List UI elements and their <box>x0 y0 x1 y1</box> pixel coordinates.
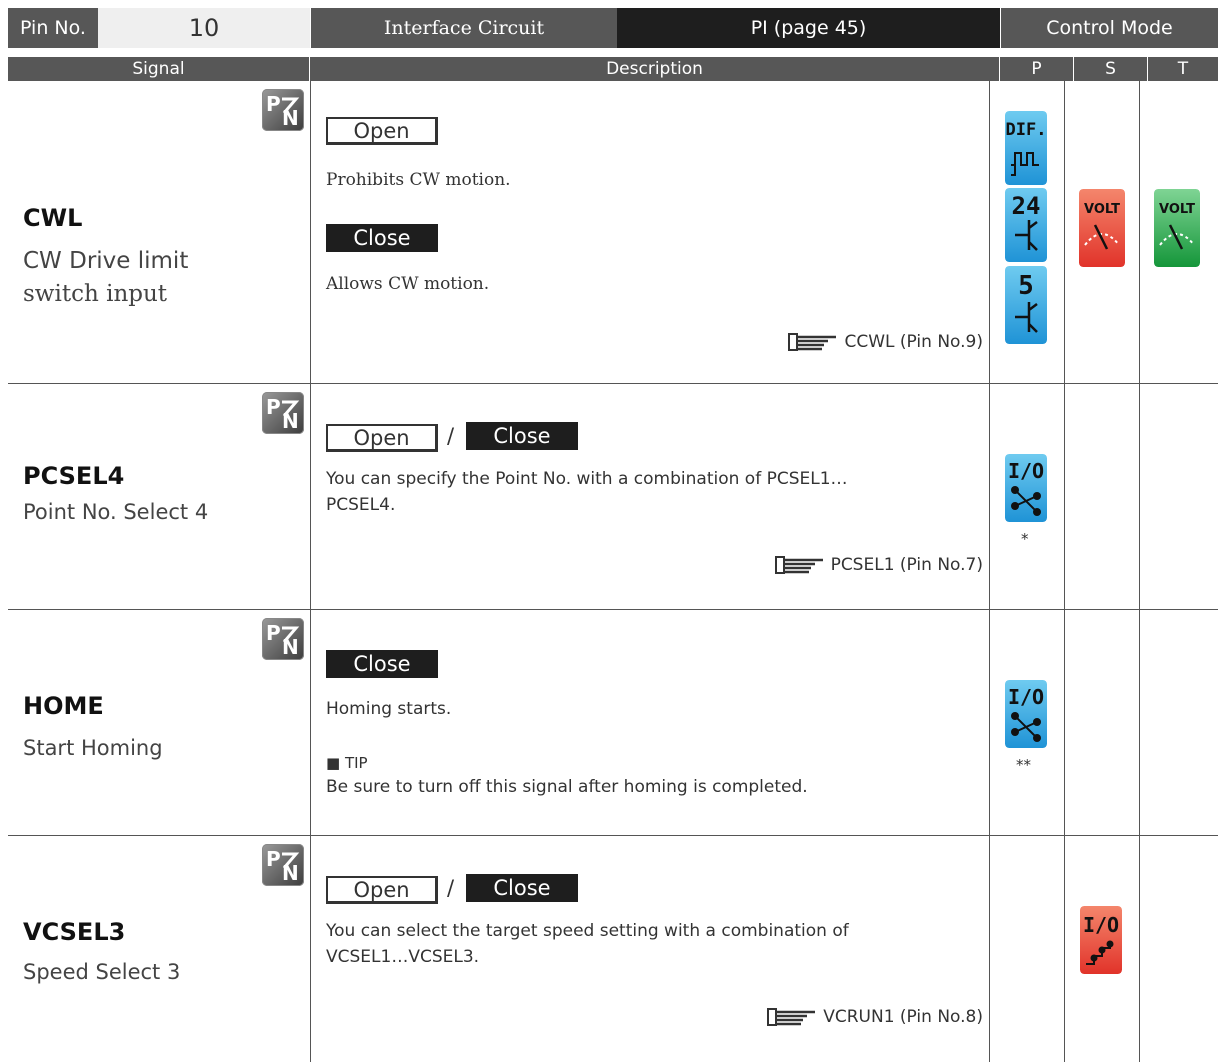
svg-text:N: N <box>282 106 299 130</box>
state-separator: / <box>447 876 455 900</box>
differential-pulse-icon: DIF. <box>1005 111 1047 185</box>
svg-text:N: N <box>282 635 299 659</box>
open-description: Prohibits CW motion. <box>326 170 511 190</box>
state-separator: / <box>447 424 455 448</box>
signal-desc-line2: switch input <box>23 281 168 307</box>
signal-name: PCSEL4 <box>23 462 125 490</box>
col-s-header: S <box>1074 57 1148 81</box>
svg-text:I/O: I/O <box>1008 685 1044 709</box>
npn-24v-icon: 24 <box>1005 188 1047 262</box>
signal-name: CWL <box>23 204 83 232</box>
description-text: Homing starts. <box>326 699 452 719</box>
pointing-hand-icon <box>788 333 837 351</box>
io-point-select-icon: I/O <box>1005 680 1047 748</box>
svg-text:VOLT: VOLT <box>1159 202 1195 217</box>
col-description-header: Description <box>310 57 1000 81</box>
description-line1: You can select the target speed setting … <box>326 921 849 941</box>
reference-text: CCWL (Pin No.9) <box>844 332 983 352</box>
pn-badge-icon: PN <box>262 392 304 434</box>
description-cell: Open Prohibits CW motion. Close Allows C… <box>311 81 989 383</box>
signal-cell: PN PCSEL4 Point No. Select 4 <box>8 384 310 609</box>
pin-spec-page: Pin No. 10 Interface Circuit PI (page 45… <box>0 0 1218 1062</box>
description-line2: VCSEL1…VCSEL3. <box>326 947 480 967</box>
pointing-hand-icon <box>774 556 823 574</box>
svg-text:5: 5 <box>1018 271 1034 301</box>
signal-name: HOME <box>23 692 104 720</box>
reference-text: PCSEL1 (Pin No.7) <box>830 555 983 575</box>
close-state-label: Close <box>466 422 578 450</box>
svg-text:N: N <box>282 861 299 885</box>
pin-header: Pin No. 10 Interface Circuit PI (page 45… <box>8 8 1218 48</box>
svg-text:N: N <box>282 409 299 433</box>
open-state-label: Open <box>326 876 438 904</box>
signal-row-vcsel3: PN VCSEL3 Speed Select 3 Open / Close Yo… <box>8 836 1218 1062</box>
signal-desc-line1: CW Drive limit <box>23 248 189 274</box>
footnote-mark: * <box>1021 530 1029 548</box>
svg-text:P: P <box>266 621 281 645</box>
close-state-label: Close <box>326 650 438 678</box>
signal-row-cwl: PN CWL CW Drive limit switch input Open … <box>8 81 1218 384</box>
signal-name: VCSEL3 <box>23 918 126 946</box>
signal-cell: PN HOME Start Homing <box>8 610 310 835</box>
close-state-label: Close <box>326 224 438 252</box>
reference-link[interactable]: CCWL (Pin No.9) <box>788 331 983 353</box>
pn-badge-icon: PN <box>262 618 304 660</box>
io-speed-select-icon: I/O <box>1080 906 1122 974</box>
interface-circuit-label: Interface Circuit <box>310 8 617 48</box>
pin-no-value: 10 <box>98 8 310 48</box>
description-cell: Open / Close You can select the target s… <box>311 836 989 1062</box>
signal-cell: PN CWL CW Drive limit switch input <box>8 81 310 383</box>
volt-meter-icon: VOLT <box>1154 189 1200 267</box>
pointing-hand-icon <box>767 1008 816 1026</box>
description-cell: Close Homing starts. ■ TIP Be sure to tu… <box>311 610 989 835</box>
signal-desc-line1: Start Homing <box>23 736 163 760</box>
reference-link[interactable]: VCRUN1 (Pin No.8) <box>767 1006 983 1028</box>
col-signal-header: Signal <box>8 57 310 81</box>
signal-cell: PN VCSEL3 Speed Select 3 <box>8 836 310 1062</box>
description-line1: You can specify the Point No. with a com… <box>326 469 848 489</box>
signal-desc-line1: Point No. Select 4 <box>23 500 209 524</box>
interface-circuit-value: PI (page 45) <box>617 8 1000 48</box>
open-state-label: Open <box>326 424 438 452</box>
signal-desc-line1: Speed Select 3 <box>23 960 181 984</box>
pn-badge-icon: PN <box>262 844 304 886</box>
close-description: Allows CW motion. <box>326 274 490 294</box>
control-mode-label: Control Mode <box>1000 8 1218 48</box>
col-p-header: P <box>1000 57 1074 81</box>
svg-text:I/O: I/O <box>1008 459 1044 483</box>
svg-text:P: P <box>266 395 281 419</box>
tip-text: Be sure to turn off this signal after ho… <box>326 777 808 797</box>
reference-link[interactable]: PCSEL1 (Pin No.7) <box>774 554 983 576</box>
svg-text:I/O: I/O <box>1083 913 1119 937</box>
svg-text:24: 24 <box>1012 192 1041 220</box>
close-state-label: Close <box>466 874 578 902</box>
col-t-header: T <box>1177 59 1189 79</box>
description-line2: PCSEL4. <box>326 495 396 515</box>
svg-text:P: P <box>266 847 281 871</box>
io-point-select-icon: I/O <box>1005 454 1047 522</box>
svg-text:DIF.: DIF. <box>1006 120 1047 140</box>
npn-5v-icon: 5 <box>1005 266 1047 344</box>
description-cell: Open / Close You can specify the Point N… <box>311 384 989 609</box>
open-state-label: Open <box>326 117 438 145</box>
svg-text:P: P <box>266 92 281 116</box>
footnote-mark: ** <box>1016 756 1031 774</box>
pin-no-label: Pin No. <box>8 8 98 48</box>
svg-text:VOLT: VOLT <box>1084 202 1120 217</box>
reference-text: VCRUN1 (Pin No.8) <box>823 1007 983 1027</box>
signal-row-home: PN HOME Start Homing Close Homing starts… <box>8 610 1218 836</box>
column-header-row: Signal Description P S T <box>8 57 1218 81</box>
pn-badge-icon: PN <box>262 89 304 131</box>
tip-label: ■ TIP <box>326 754 368 772</box>
signal-row-pcsel4: PN PCSEL4 Point No. Select 4 Open / Clos… <box>8 384 1218 610</box>
volt-meter-icon: VOLT <box>1079 189 1125 267</box>
